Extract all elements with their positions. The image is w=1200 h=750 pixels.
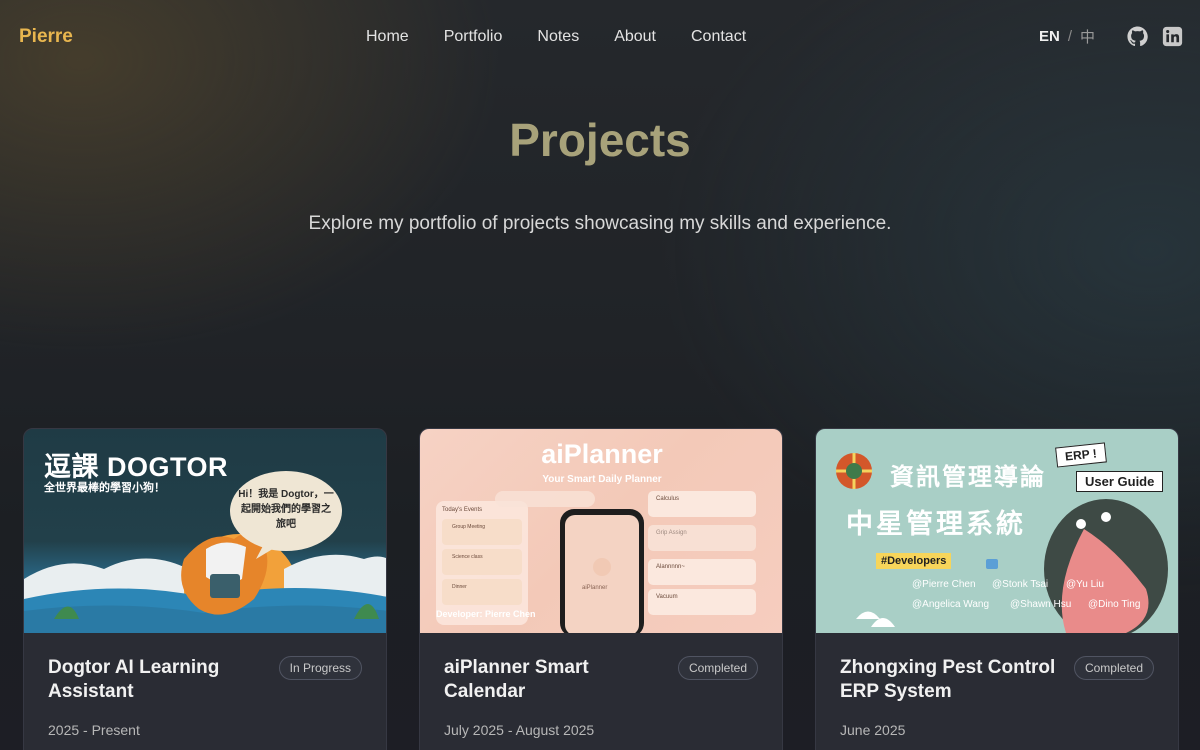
project-title[interactable]: Zhongxing Pest Control ERP System <box>840 656 1060 704</box>
linkedin-icon[interactable] <box>1162 26 1183 47</box>
nav-contact[interactable]: Contact <box>691 28 746 46</box>
github-icon[interactable] <box>1127 26 1148 47</box>
thumb-phone-label: aiPlanner <box>582 585 608 591</box>
status-badge: In Progress <box>278 656 362 680</box>
project-thumbnail: 資訊管理導論 中星管理系統 ERP ! User Guide #Develope… <box>816 429 1178 633</box>
thumb-events-header: Today's Events <box>442 507 483 513</box>
project-card-zhongxing[interactable]: 資訊管理導論 中星管理系統 ERP ! User Guide #Develope… <box>815 428 1179 750</box>
project-thumbnail: 逗課 DOGTOR 全世界最棒的學習小狗！ Hi！我是 Dogtor，一起開始我… <box>24 429 386 633</box>
top-nav: Pierre Home Portfolio Notes About Contac… <box>0 0 1200 76</box>
nav-notes[interactable]: Notes <box>537 28 579 46</box>
thumb-tag-developers: #Developers <box>876 553 952 569</box>
thumb-dev: @Dino Ting <box>1088 599 1141 610</box>
project-card-aiplanner[interactable]: aiPlanner Your Smart Daily Planner Today… <box>419 428 783 750</box>
status-badge: Completed <box>1073 656 1154 680</box>
project-title[interactable]: aiPlanner Smart Calendar <box>444 656 654 704</box>
thumb-dev: @Pierre Chen <box>912 579 976 590</box>
thumb-dev: @Stonk Tsai <box>992 579 1049 590</box>
thumb-event: Science class <box>452 554 483 560</box>
thumb-heading: 資訊管理導論 <box>890 464 1046 491</box>
thumb-heading-2: 中星管理系統 <box>846 509 1026 539</box>
thumb-heading: aiPlanner <box>541 439 663 469</box>
main-menu: Home Portfolio Notes About Contact <box>366 28 781 46</box>
brand-logo[interactable]: Pierre <box>19 26 73 48</box>
project-title[interactable]: Dogtor AI Learning Assistant <box>48 656 258 704</box>
thumb-task: Calculus <box>656 496 680 502</box>
thumb-tag-guide: User Guide <box>1076 471 1164 492</box>
project-date: June 2025 <box>840 722 906 738</box>
nav-right: EN / 中 <box>1039 26 1183 47</box>
thumb-event: Group Meeting <box>452 524 486 530</box>
project-date: 2025 - Present <box>48 722 140 738</box>
thumb-tagline: Your Smart Daily Planner <box>542 474 662 485</box>
thumb-dev: @Angelica Wang <box>912 599 990 610</box>
nav-portfolio[interactable]: Portfolio <box>444 28 503 46</box>
status-badge: Completed <box>677 656 758 680</box>
thumb-credit: Developer: Pierre Chen <box>436 609 536 619</box>
page-subtitle: Explore my portfolio of projects showcas… <box>308 213 892 234</box>
thumb-event: Dinner <box>452 584 467 590</box>
thumb-task: Vacuum <box>656 594 678 600</box>
project-date: July 2025 - August 2025 <box>444 722 595 738</box>
lang-zh[interactable]: 中 <box>1080 26 1095 47</box>
page-title: Projects <box>509 114 691 166</box>
project-card-dogtor[interactable]: 逗課 DOGTOR 全世界最棒的學習小狗！ Hi！我是 Dogtor，一起開始我… <box>23 428 387 750</box>
thumb-dev: @Yu Liu <box>1066 579 1104 590</box>
nav-home[interactable]: Home <box>366 28 409 46</box>
nav-about[interactable]: About <box>614 28 656 46</box>
thumb-tagline: 全世界最棒的學習小狗！ <box>44 482 165 494</box>
thumb-dev: @Shawn Hsu <box>1010 599 1072 610</box>
thumb-speech-bubble: Hi！我是 Dogtor，一起開始我們的學習之旅吧 <box>238 489 334 530</box>
lang-separator: / <box>1067 28 1072 45</box>
lang-en[interactable]: EN <box>1039 28 1060 45</box>
thumb-task: Alannnnn~ <box>656 564 685 570</box>
project-thumbnail: aiPlanner Your Smart Daily Planner Today… <box>420 429 782 633</box>
thumb-task: Grip Assign <box>656 530 687 536</box>
project-grid: 逗課 DOGTOR 全世界最棒的學習小狗！ Hi！我是 Dogtor，一起開始我… <box>23 428 1179 750</box>
